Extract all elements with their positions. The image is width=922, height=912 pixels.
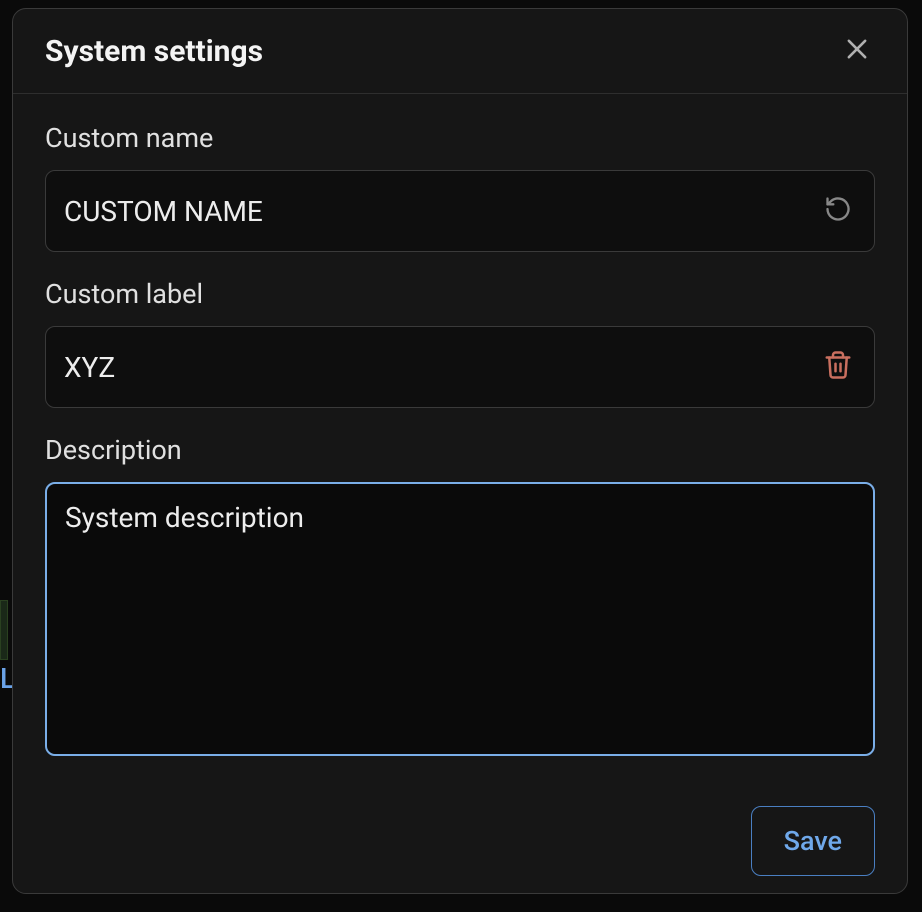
close-button[interactable]	[839, 33, 875, 69]
custom-name-input-wrapper	[45, 170, 875, 252]
close-icon	[843, 35, 871, 67]
backdrop-element	[0, 600, 8, 660]
custom-label-input-wrapper	[45, 326, 875, 408]
reset-icon	[824, 195, 852, 227]
save-button[interactable]: Save	[751, 806, 875, 876]
modal-footer: Save	[13, 806, 907, 900]
trash-icon	[823, 350, 853, 384]
description-field-group: Description	[45, 434, 875, 756]
custom-label-input[interactable]	[64, 351, 820, 384]
modal-body: Custom name Custom label	[13, 94, 907, 806]
custom-name-field-group: Custom name	[45, 122, 875, 252]
delete-label-button[interactable]	[820, 349, 856, 385]
custom-name-label: Custom name	[45, 122, 875, 154]
system-settings-modal: System settings Custom name	[12, 8, 908, 894]
custom-name-input[interactable]	[64, 195, 820, 228]
custom-label-field-group: Custom label	[45, 278, 875, 408]
modal-title: System settings	[45, 34, 263, 69]
modal-header: System settings	[13, 9, 907, 94]
description-textarea[interactable]	[65, 498, 855, 740]
description-label: Description	[45, 434, 875, 466]
reset-name-button[interactable]	[820, 193, 856, 229]
custom-label-label: Custom label	[45, 278, 875, 310]
description-textarea-wrapper	[45, 482, 875, 756]
